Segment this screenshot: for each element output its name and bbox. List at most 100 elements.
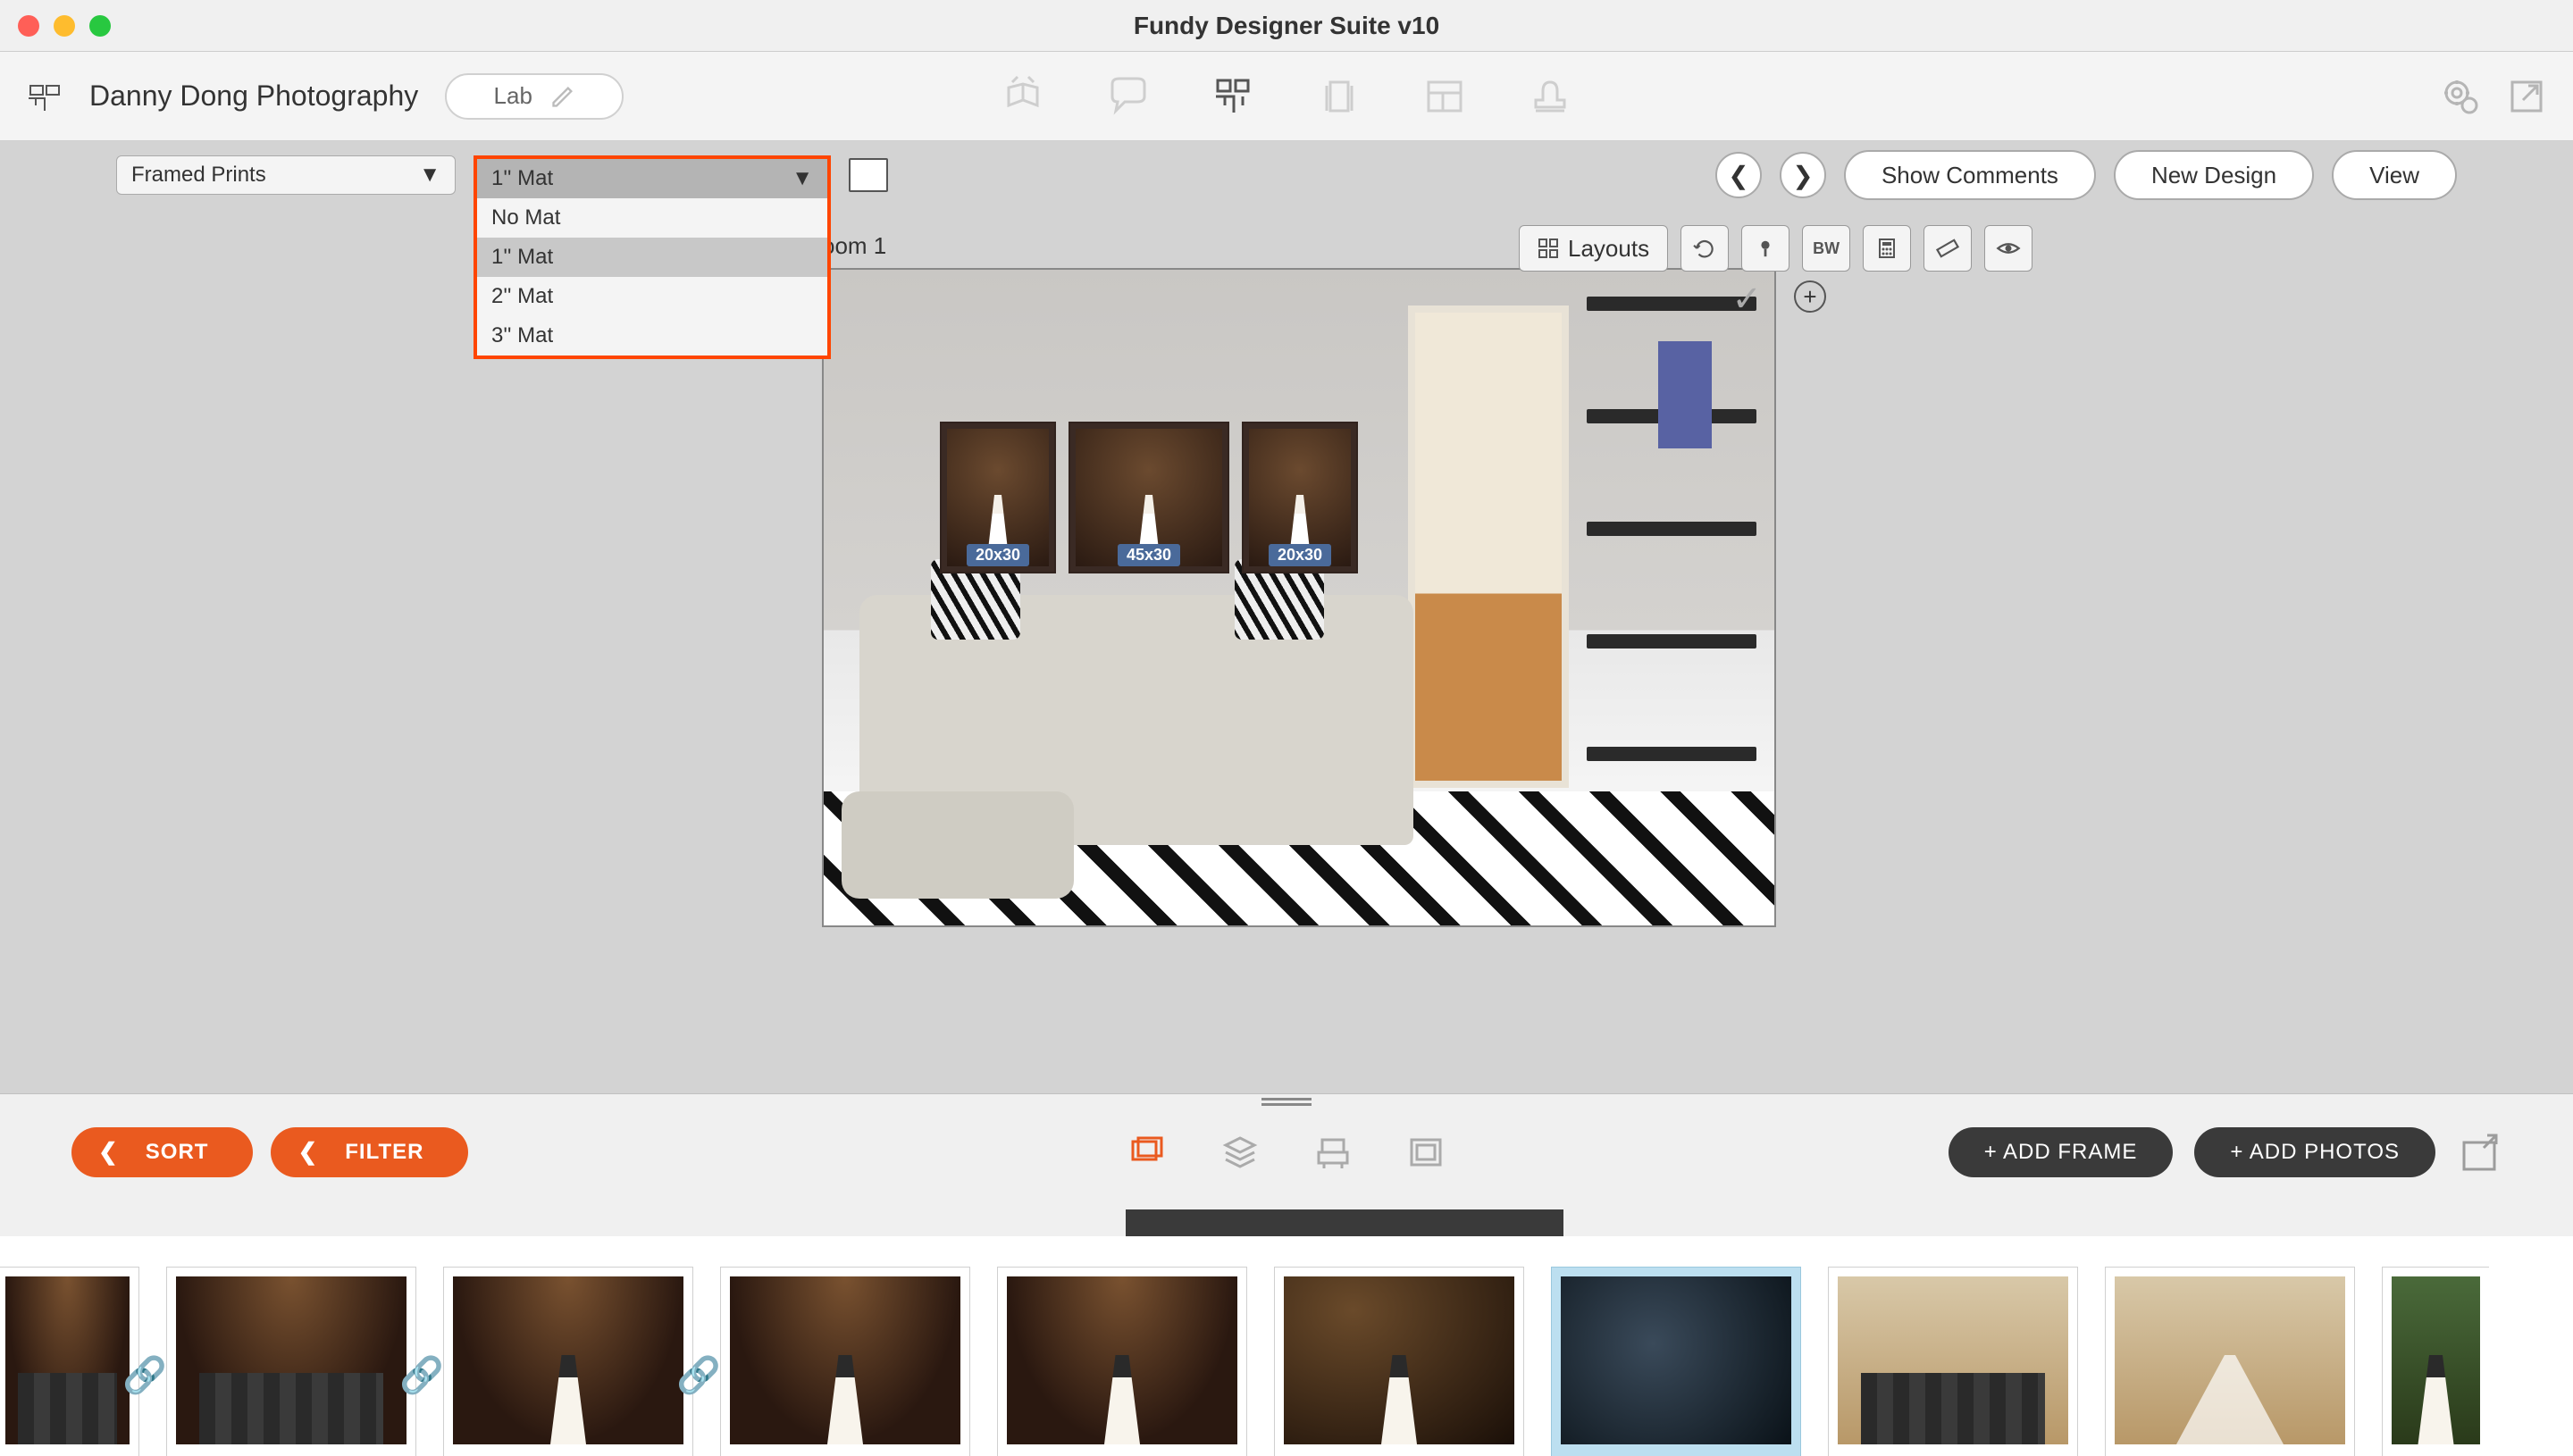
- mat-option-1-mat[interactable]: 1'' Mat: [477, 238, 827, 277]
- furniture-view-icon[interactable]: [1313, 1133, 1353, 1172]
- link-icon: 🔗: [676, 1354, 721, 1396]
- maximize-window-button[interactable]: [89, 15, 111, 37]
- thumbnail-image: [5, 1276, 130, 1444]
- cards-mode-icon[interactable]: [1318, 75, 1361, 118]
- thumbnail-image: [1838, 1276, 2068, 1444]
- thumbnail-7[interactable]: ☆☆☆☆☆ ♡: [1828, 1267, 2078, 1456]
- active-filmstrip-tab[interactable]: [1126, 1209, 1563, 1236]
- chevron-left-icon: ❮: [298, 1138, 318, 1166]
- panel-drag-handle[interactable]: [1261, 1098, 1312, 1107]
- refresh-icon: [1693, 237, 1716, 260]
- thumbnail-0[interactable]: ☆ ♡ 🔗: [0, 1267, 139, 1456]
- frame-size-label: 20x30: [1269, 544, 1331, 566]
- thumbnail-4[interactable]: 1 ☆☆☆☆☆ ♡: [997, 1267, 1247, 1456]
- mode-switcher: [1002, 75, 1571, 118]
- print-type-dropdown[interactable]: Framed Prints ▼: [116, 155, 456, 195]
- layers-view-icon[interactable]: [1220, 1133, 1260, 1172]
- close-window-button[interactable]: [18, 15, 39, 37]
- wall-art-group[interactable]: 20x30 45x30 20x30: [940, 422, 1358, 573]
- mat-option-3-mat[interactable]: 3'' Mat: [477, 316, 827, 356]
- mat-dropdown-menu: 1'' Mat ▼ No Mat 1'' Mat 2'' Mat 3'' Mat: [474, 155, 831, 359]
- design-options-bar: Framed Prints ▼ 1'' Mat ▼ No Mat 1'' Mat…: [0, 141, 2573, 209]
- layout-mode-icon[interactable]: [1423, 75, 1466, 118]
- pin-icon: [1756, 238, 1775, 258]
- frame-size-label: 20x30: [967, 544, 1029, 566]
- album-mode-icon[interactable]: [1002, 75, 1044, 118]
- external-link-icon[interactable]: [2507, 77, 2546, 116]
- mat-option-2-mat[interactable]: 2'' Mat: [477, 277, 827, 316]
- bw-button[interactable]: BW: [1802, 225, 1850, 272]
- mat-selected-value: 1'' Mat: [491, 166, 553, 191]
- add-photos-button[interactable]: + ADD PHOTOS: [2194, 1127, 2435, 1177]
- filter-button[interactable]: ❮ FILTER: [271, 1127, 468, 1177]
- grid-icon: [1538, 238, 1559, 259]
- photos-view-icon[interactable]: [1127, 1133, 1167, 1172]
- mat-option-no-mat[interactable]: No Mat: [477, 198, 827, 238]
- print-type-value: Framed Prints: [131, 163, 266, 188]
- app-logo-icon: [27, 79, 63, 114]
- preview-button[interactable]: [1984, 225, 2032, 272]
- thumbnail-image: [730, 1276, 960, 1444]
- thumbnail-8[interactable]: ☆☆☆☆☆ ♡: [2105, 1267, 2355, 1456]
- ruler-icon: [1936, 237, 1959, 260]
- chat-mode-icon[interactable]: [1107, 75, 1150, 118]
- lab-label: Lab: [494, 82, 532, 110]
- design-canvas: oom 1 Layouts BW 20x30 45x30 20x30 ✓ +: [0, 209, 2573, 1093]
- show-comments-button[interactable]: Show Comments: [1844, 150, 2096, 200]
- thumbnail-image: [2392, 1276, 2480, 1444]
- thumbnail-2[interactable]: 1 ☆☆☆☆☆ ♡ 🔗: [443, 1267, 693, 1456]
- bottom-panel: ❮ SORT ❮ FILTER + ADD FRAME + ADD PHOTOS: [0, 1093, 2573, 1209]
- wall-frame-2[interactable]: 45x30: [1069, 422, 1229, 573]
- chevron-right-icon: ❯: [1792, 161, 1813, 190]
- settings-icon[interactable]: [2441, 77, 2480, 116]
- sort-label: SORT: [146, 1140, 209, 1165]
- layouts-button[interactable]: Layouts: [1519, 225, 1668, 272]
- thumbnail-9[interactable]: [2382, 1267, 2489, 1456]
- wall-frame-3[interactable]: 20x30: [1242, 422, 1358, 573]
- frame-size-label: 45x30: [1118, 544, 1180, 566]
- add-frame-button[interactable]: + ADD FRAME: [1949, 1127, 2174, 1177]
- window-controls: [18, 15, 111, 37]
- mat-dropdown-container: 1'' Mat ▼ No Mat 1'' Mat 2'' Mat 3'' Mat: [474, 155, 831, 195]
- room-sofa: [859, 595, 1413, 845]
- project-title: Danny Dong Photography: [89, 79, 418, 113]
- add-room-button[interactable]: +: [1794, 280, 1826, 313]
- filmstrip-tab-strip: [0, 1209, 2573, 1236]
- link-icon: 🔗: [122, 1354, 167, 1396]
- bw-label: BW: [1813, 239, 1840, 258]
- approve-check-icon[interactable]: ✓: [1731, 279, 1762, 320]
- calculator-button[interactable]: [1863, 225, 1911, 272]
- minimize-window-button[interactable]: [54, 15, 75, 37]
- stamp-mode-icon[interactable]: [1529, 75, 1571, 118]
- pencil-icon: [550, 84, 575, 109]
- lab-button[interactable]: Lab: [445, 73, 624, 120]
- ruler-button[interactable]: [1923, 225, 1972, 272]
- header-right-actions: [2441, 77, 2546, 116]
- thumbnail-5[interactable]: 📖 ☆☆☆☆☆ ♡: [1274, 1267, 1524, 1456]
- thumbnail-1[interactable]: +2 ☆☆☆☆☆ ♡ 🔗: [166, 1267, 416, 1456]
- frame-view-icon[interactable]: [1406, 1133, 1446, 1172]
- thumbnail-3[interactable]: ☆☆☆☆☆ ♡: [720, 1267, 970, 1456]
- wall-frame-1[interactable]: 20x30: [940, 422, 1056, 573]
- thumbnail-6-selected[interactable]: 1 ☆☆☆☆☆ ♡: [1551, 1267, 1801, 1456]
- calculator-icon: [1876, 238, 1898, 259]
- mat-dropdown-selected[interactable]: 1'' Mat ▼: [477, 159, 827, 198]
- thumbnail-image: [1561, 1276, 1791, 1444]
- sort-button[interactable]: ❮ SORT: [71, 1127, 253, 1177]
- prev-design-button[interactable]: ❮: [1715, 152, 1762, 198]
- thumbnail-image: [453, 1276, 683, 1444]
- wall-art-mode-icon[interactable]: [1212, 75, 1255, 118]
- view-button[interactable]: View: [2332, 150, 2457, 200]
- thumbnail-image: [2115, 1276, 2345, 1444]
- next-design-button[interactable]: ❯: [1780, 152, 1826, 198]
- thumbnail-image: [176, 1276, 406, 1444]
- refresh-layout-button[interactable]: [1680, 225, 1729, 272]
- pin-button[interactable]: [1741, 225, 1789, 272]
- mat-color-swatch[interactable]: [849, 158, 888, 192]
- export-icon[interactable]: [2457, 1130, 2502, 1175]
- room-name-label: oom 1: [822, 232, 886, 260]
- room-preview[interactable]: 20x30 45x30 20x30 ✓: [822, 268, 1776, 927]
- new-design-button[interactable]: New Design: [2114, 150, 2314, 200]
- plus-icon: +: [1803, 283, 1816, 311]
- chevron-down-icon: ▼: [419, 163, 440, 188]
